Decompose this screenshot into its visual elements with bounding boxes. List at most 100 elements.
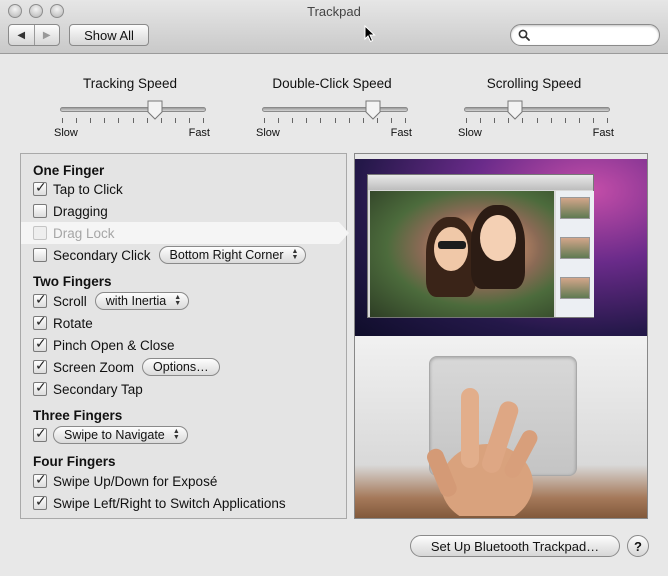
preview-photo: [370, 191, 554, 317]
three-finger-swipe-option[interactable]: Swipe to Navigate ▲▼: [33, 425, 188, 445]
slider-tick: [362, 118, 364, 123]
screen-zoom-options-button[interactable]: Options…: [142, 358, 220, 376]
slider-tick: [564, 118, 566, 123]
gesture-options-panel: One Finger Tap to Click Dragging Drag Lo…: [20, 153, 349, 519]
preview-thumbnail: [560, 197, 590, 219]
tap-to-click-checkbox[interactable]: [33, 179, 47, 196]
slider-tick: [188, 118, 190, 123]
slider-tick: [132, 118, 134, 123]
one-finger-header: One Finger: [33, 162, 105, 178]
pinch-label: Pinch Open & Close: [53, 337, 175, 353]
slider-tick: [550, 118, 552, 123]
double-click-speed-knob[interactable]: [365, 100, 381, 120]
slider-tick: [480, 118, 482, 123]
popup-arrows-icon: ▲ ▼: [291, 248, 299, 261]
scroll-checkbox[interactable]: [33, 291, 47, 308]
fast-label: Fast: [592, 127, 614, 139]
gesture-preview-video: [354, 153, 648, 519]
help-icon[interactable]: ?: [627, 535, 649, 557]
slider-tick: [264, 118, 265, 123]
slider-tick: [292, 118, 294, 123]
drag-lock-option: Drag Lock: [33, 223, 115, 243]
three-finger-swipe-popup[interactable]: Swipe to Navigate ▲ ▼: [53, 426, 188, 444]
slider-ticks: [264, 118, 406, 124]
switch-apps-option[interactable]: Swipe Left/Right to Switch Applications: [33, 493, 286, 513]
slider-tick: [390, 118, 392, 123]
secondary-click-label: Secondary Click: [53, 247, 151, 263]
scroll-popup[interactable]: with Inertia ▲ ▼: [94, 292, 190, 310]
slider-tick: [90, 118, 92, 123]
rotate-option[interactable]: Rotate: [33, 313, 93, 333]
preview-menubar: [355, 154, 647, 159]
dragging-option[interactable]: Dragging: [33, 201, 108, 221]
search-field[interactable]: [510, 24, 660, 46]
three-fingers-header: Three Fingers: [33, 407, 123, 423]
screen-zoom-option[interactable]: Screen Zoom Options…: [33, 357, 220, 377]
scroll-option[interactable]: Scroll with Inertia ▲▼: [33, 291, 190, 311]
scrolling-speed-slider-group: Scrolling Speed Slow Fast: [454, 70, 614, 142]
three-finger-swipe-popup-value: Swipe to Navigate: [64, 428, 165, 442]
slider-tick: [466, 118, 467, 123]
tracking-speed-track[interactable]: [60, 107, 206, 112]
expose-label: Swipe Up/Down for Exposé: [53, 473, 218, 489]
slider-tick: [306, 118, 308, 123]
expose-option[interactable]: Swipe Up/Down for Exposé: [33, 471, 217, 491]
photo-figure: [434, 227, 468, 271]
popup-arrows-icon: ▲ ▼: [172, 428, 180, 441]
preview-thumbnail: [560, 237, 590, 259]
slow-label: Slow: [256, 127, 280, 139]
preview-thumbnail: [560, 277, 590, 299]
slow-label: Slow: [458, 127, 482, 139]
dragging-checkbox[interactable]: [33, 204, 47, 218]
preview-thumbnail-strip: [556, 191, 594, 317]
secondary-tap-label: Secondary Tap: [53, 381, 143, 397]
secondary-tap-option[interactable]: Secondary Tap: [33, 379, 143, 399]
slider-tick: [494, 118, 496, 123]
scrolling-speed-track[interactable]: [464, 107, 610, 112]
slider-tick: [348, 118, 350, 123]
double-click-speed-track[interactable]: [262, 107, 408, 112]
forward-arrow-icon[interactable]: ▶: [33, 25, 60, 45]
show-all-button[interactable]: Show All: [69, 24, 149, 46]
tap-to-click-option[interactable]: Tap to Click: [33, 179, 123, 199]
expose-checkbox[interactable]: [33, 471, 47, 488]
slider-tick: [62, 118, 63, 123]
three-finger-swipe-checkbox[interactable]: [33, 425, 47, 442]
slider-tick: [203, 118, 204, 123]
scrolling-speed-label: Scrolling Speed: [486, 76, 582, 91]
slider-ticks: [62, 118, 204, 124]
drag-lock-checkbox: [33, 226, 47, 240]
secondary-tap-checkbox[interactable]: [33, 379, 47, 396]
window-title: Trackpad: [307, 4, 361, 19]
tracking-speed-knob[interactable]: [147, 100, 163, 120]
set-up-bluetooth-trackpad-button[interactable]: Set Up Bluetooth Trackpad…: [410, 535, 620, 557]
switch-apps-checkbox[interactable]: [33, 493, 47, 510]
photo-figure: [438, 241, 466, 249]
secondary-click-popup[interactable]: Bottom Right Corner ▲ ▼: [158, 246, 307, 264]
pinch-option[interactable]: Pinch Open & Close: [33, 335, 175, 355]
pointer-cursor-icon: [364, 25, 376, 43]
back-arrow-icon[interactable]: ◀: [9, 25, 34, 45]
slider-tick: [118, 118, 120, 123]
switch-apps-label: Swipe Left/Right to Switch Applications: [53, 495, 286, 511]
slow-label: Slow: [54, 127, 78, 139]
preview-desktop: [355, 154, 647, 336]
screen-zoom-label: Screen Zoom: [53, 359, 135, 375]
rotate-checkbox[interactable]: [33, 313, 47, 330]
secondary-click-checkbox[interactable]: [33, 248, 47, 262]
slider-tick: [578, 118, 580, 123]
tracking-speed-label: Tracking Speed: [82, 76, 178, 91]
pinch-checkbox[interactable]: [33, 335, 47, 352]
popup-arrows-icon: ▲ ▼: [174, 294, 182, 307]
search-icon: [518, 29, 530, 41]
slider-tick: [592, 118, 594, 123]
screen-zoom-checkbox[interactable]: [33, 357, 47, 374]
secondary-click-popup-value: Bottom Right Corner: [169, 248, 284, 262]
slider-tick: [76, 118, 78, 123]
scrolling-speed-knob[interactable]: [507, 100, 523, 120]
secondary-click-option[interactable]: Secondary Click Bottom Right Corner ▲ ▼: [33, 245, 307, 265]
search-input[interactable]: [535, 27, 653, 43]
fast-label: Fast: [390, 127, 412, 139]
four-fingers-header: Four Fingers: [33, 453, 116, 469]
dragging-label: Dragging: [53, 203, 108, 219]
